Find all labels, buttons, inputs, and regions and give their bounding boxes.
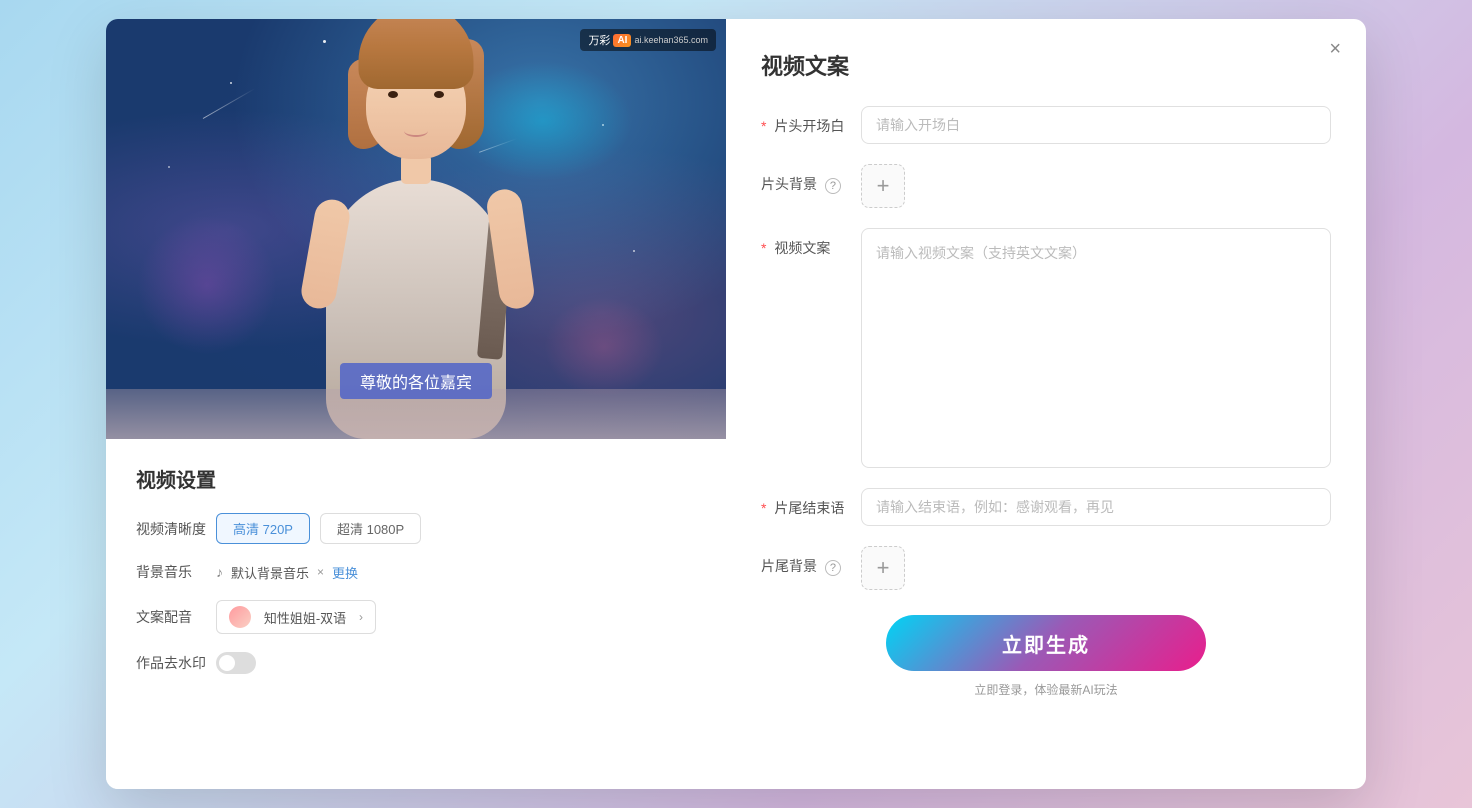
video-preview: 万彩 AI ai.keehan365.com 尊敬的各位嘉宾 [106,19,726,439]
music-icon: ♪ [216,564,223,580]
left-panel: 万彩 AI ai.keehan365.com 尊敬的各位嘉宾 视频设置 视频清晰… [106,19,726,789]
resolution-row: 视频清晰度 高清 720P 超清 1080P [136,513,696,544]
subtitle-text: 尊敬的各位嘉宾 [360,375,472,392]
opening-label: * 片头开场白 [761,106,861,136]
close-button[interactable]: × [1329,39,1341,59]
music-label: 背景音乐 [136,562,216,582]
content-required-star: * [761,240,766,256]
watermark-ai-badge: AI [613,34,631,47]
right-panel: 视频文案 × * 片头开场白 片头背景 ? + [726,19,1366,789]
music-row: 背景音乐 ♪ 默认背景音乐 × 更换 [136,562,696,582]
nebula-purple [137,215,277,355]
generate-button[interactable]: 立即生成 [886,615,1206,671]
ending-row: * 片尾结束语 [761,488,1331,526]
music-info: ♪ 默认背景音乐 × 更换 [216,563,358,582]
eye-right [434,91,444,98]
panel-title: 视频文案 [761,49,1331,81]
watermark-badge: 万彩 AI ai.keehan365.com [580,29,716,51]
voice-avatar [229,606,251,628]
watermark-row: 作品去水印 [136,652,696,674]
watermark-toggle-label: 作品去水印 [136,653,216,673]
hair-top [359,19,474,89]
generate-section: 立即生成 立即登录，体验最新AI玩法 [761,615,1331,698]
ending-bg-help-icon[interactable]: ? [825,560,841,576]
bg-label: 片头背景 ? [761,164,861,194]
nebula-pink [544,297,664,397]
voice-label: 文案配音 [136,607,216,627]
ending-input[interactable] [861,488,1331,526]
ending-label: * 片尾结束语 [761,488,861,518]
resolution-720p-button[interactable]: 高清 720P [216,513,310,544]
opening-row: * 片头开场白 [761,106,1331,144]
mouth [404,125,428,137]
resolution-1080p-button[interactable]: 超清 1080P [320,513,421,544]
ending-bg-row: 片尾背景 ? + [761,546,1331,590]
bg-add-button[interactable]: + [861,164,905,208]
ending-required-star: * [761,500,766,516]
music-remove-button[interactable]: × [317,565,324,579]
music-name: 默认背景音乐 [231,563,309,582]
content-textarea[interactable] [861,228,1331,468]
voice-selector[interactable]: 知性姐姐-双语 › [216,600,376,634]
ending-bg-add-button[interactable]: + [861,546,905,590]
video-settings-panel: 视频设置 视频清晰度 高清 720P 超清 1080P 背景音乐 ♪ 默认背景音… [106,439,726,789]
content-label: * 视频文案 [761,228,861,258]
star-1 [230,82,232,84]
subtitle-bar: 尊敬的各位嘉宾 [340,363,492,399]
modal: 万彩 AI ai.keehan365.com 尊敬的各位嘉宾 视频设置 视频清晰… [106,19,1366,789]
star-4 [168,166,170,168]
voice-name: 知性姐姐-双语 [264,608,346,627]
voice-arrow-icon: › [359,610,363,624]
star-7 [633,250,635,252]
resolution-label: 视频清晰度 [136,519,216,539]
watermark-text: 万彩 [588,32,610,48]
watermark-url: ai.keehan365.com [634,35,708,45]
voice-row: 文案配音 知性姐姐-双语 › [136,600,696,634]
music-change-button[interactable]: 更换 [332,563,358,582]
bg-help-icon[interactable]: ? [825,178,841,194]
eye-left [388,91,398,98]
modal-overlay: 万彩 AI ai.keehan365.com 尊敬的各位嘉宾 视频设置 视频清晰… [0,0,1472,808]
opening-required-star: * [761,118,766,134]
content-row: * 视频文案 [761,228,1331,468]
watermark-toggle[interactable] [216,652,256,674]
settings-title: 视频设置 [136,464,696,493]
opening-input[interactable] [861,106,1331,144]
ending-bg-label: 片尾背景 ? [761,546,861,576]
login-hint: 立即登录，体验最新AI玩法 [974,681,1117,698]
bg-row: 片头背景 ? + [761,164,1331,208]
